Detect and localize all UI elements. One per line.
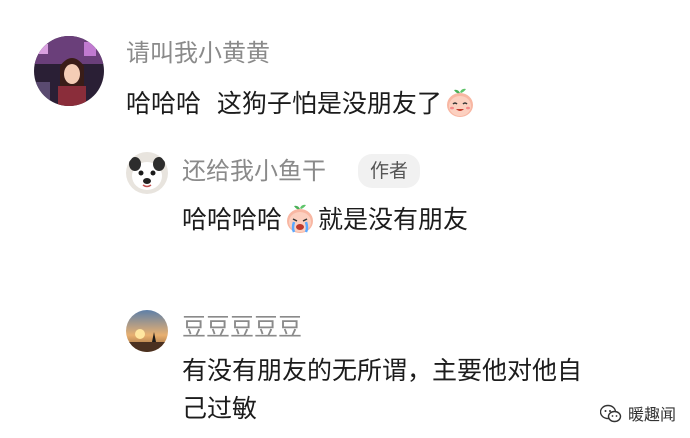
watermark: 暖趣闻 bbox=[599, 401, 676, 428]
avatar-1[interactable] bbox=[34, 36, 104, 106]
wechat-icon bbox=[599, 404, 622, 428]
comment-2-text-after: 就是没有朋友 bbox=[318, 205, 469, 234]
watermark-label: 暖趣闻 bbox=[627, 405, 676, 424]
comment-3-username[interactable]: 豆豆豆豆豆 bbox=[182, 312, 302, 342]
comment-3-text-line1: 有没有朋友的无所谓，主要他对他自 bbox=[182, 356, 583, 385]
peach-smile-emoji-icon bbox=[444, 86, 476, 118]
comment-2-username[interactable]: 还给我小鱼干 bbox=[182, 156, 326, 186]
comment-3-text-line2: 己过敏 bbox=[182, 394, 258, 423]
comment-1-text: 哈哈哈 这狗子怕是没朋友了 bbox=[126, 86, 478, 121]
comment-2-text: 哈哈哈哈 就是没有朋友 bbox=[182, 202, 468, 237]
comment-1-text-body: 哈哈哈 这狗子怕是没朋友了 bbox=[126, 89, 442, 118]
comment-2-text-before: 哈哈哈哈 bbox=[182, 205, 283, 234]
author-badge: 作者 bbox=[358, 154, 421, 188]
avatar-2[interactable] bbox=[126, 152, 168, 194]
peach-crying-emoji-icon bbox=[284, 202, 316, 234]
comment-1-username[interactable]: 请叫我小黄黄 bbox=[126, 38, 270, 68]
avatar-3[interactable] bbox=[126, 310, 168, 352]
